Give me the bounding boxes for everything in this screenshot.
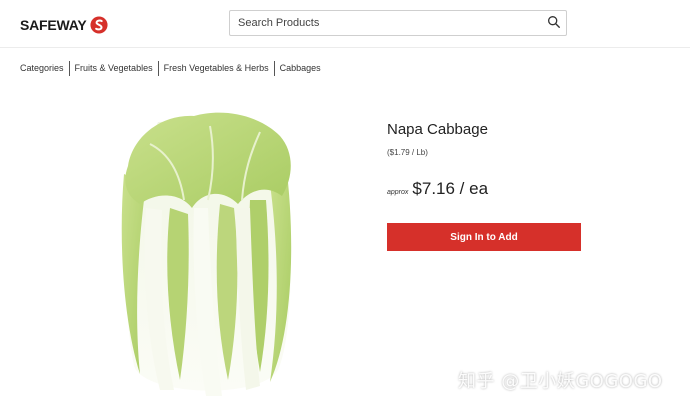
logo-text: SAFEWAY <box>20 17 87 33</box>
safeway-s-icon <box>89 16 108 34</box>
price-row: approx $7.16 / ea <box>387 179 488 199</box>
watermark: 知乎 @卫小妖GOGOGO <box>458 371 663 392</box>
product-price: $7.16 / ea <box>412 179 489 198</box>
product-page: SAFEWAY Categories Fruits & Vegetables F… <box>0 0 690 406</box>
breadcrumb-categories[interactable]: Categories <box>20 63 64 73</box>
product-title: Napa Cabbage <box>387 121 488 138</box>
breadcrumb-cabbages[interactable]: Cabbages <box>280 63 321 73</box>
approx-label: approx <box>387 189 409 196</box>
breadcrumb-divider <box>157 60 159 76</box>
product-image <box>121 112 292 396</box>
search-input[interactable] <box>230 11 530 35</box>
breadcrumb-divider <box>273 60 275 76</box>
breadcrumb-divider <box>68 60 70 76</box>
safeway-logo[interactable]: SAFEWAY <box>20 16 108 34</box>
breadcrumb-fruits-vegetables[interactable]: Fruits & Vegetables <box>75 63 153 73</box>
search-icon <box>548 16 560 28</box>
search-bar <box>229 10 567 36</box>
site-header: SAFEWAY <box>0 0 690 48</box>
sign-in-to-add-button[interactable]: Sign In to Add <box>387 223 581 251</box>
breadcrumb-fresh-vegetables-herbs[interactable]: Fresh Vegetables & Herbs <box>164 63 269 73</box>
search-button[interactable] <box>546 15 562 31</box>
breadcrumb: Categories Fruits & Vegetables Fresh Veg… <box>20 60 321 76</box>
unit-price: ($1.79 / Lb) <box>387 148 428 157</box>
